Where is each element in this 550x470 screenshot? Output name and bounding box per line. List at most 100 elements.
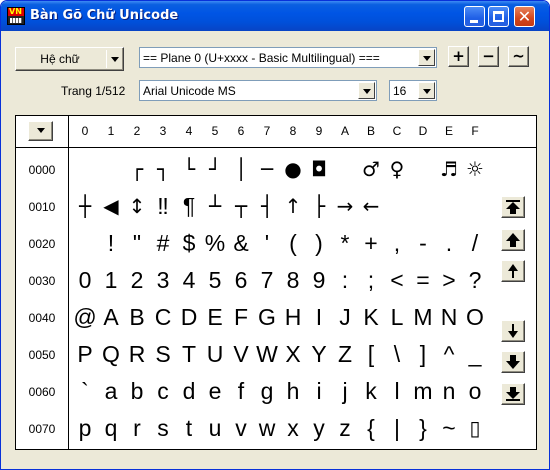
character-cell[interactable]: B: [124, 299, 150, 336]
font-size-dropdown-button[interactable]: [418, 82, 435, 99]
character-cell[interactable]: f: [228, 373, 254, 410]
character-cell[interactable]: #: [150, 225, 176, 262]
character-cell[interactable]: [462, 188, 488, 225]
character-cell[interactable]: i: [306, 373, 332, 410]
character-cell[interactable]: [72, 151, 98, 188]
character-cell[interactable]: !: [98, 225, 124, 262]
character-cell[interactable]: [410, 151, 436, 188]
character-cell[interactable]: Z: [332, 336, 358, 373]
character-cell[interactable]: [72, 225, 98, 262]
character-cell[interactable]: r: [124, 410, 150, 447]
character-cell[interactable]: [410, 188, 436, 225]
character-cell[interactable]: ,: [384, 225, 410, 262]
line-down-button[interactable]: [501, 320, 525, 342]
character-cell[interactable]: P: [72, 336, 98, 373]
character-cell[interactable]: ─: [254, 151, 280, 188]
character-cell[interactable]: [: [358, 336, 384, 373]
character-cell[interactable]: 2: [124, 262, 150, 299]
page-up-button[interactable]: [501, 229, 525, 251]
character-cell[interactable]: -: [410, 225, 436, 262]
character-cell[interactable]: ├: [306, 188, 332, 225]
font-select-dropdown-button[interactable]: [358, 82, 375, 99]
character-cell[interactable]: _: [462, 336, 488, 373]
character-cell[interactable]: ┤: [254, 188, 280, 225]
title-bar[interactable]: VN Bàn Gõ Chữ Unicode ✕: [1, 1, 549, 31]
character-cell[interactable]: *: [332, 225, 358, 262]
character-cell[interactable]: <: [384, 262, 410, 299]
character-cell[interactable]: W: [254, 336, 280, 373]
character-cell[interactable]: ↑: [280, 188, 306, 225]
character-cell[interactable]: u: [202, 410, 228, 447]
character-cell[interactable]: ♬: [436, 151, 462, 188]
character-cell[interactable]: }: [410, 410, 436, 447]
character-cell[interactable]: 0: [72, 262, 98, 299]
character-cell[interactable]: ]: [410, 336, 436, 373]
character-cell[interactable]: N: [436, 299, 462, 336]
character-cell[interactable]: D: [176, 299, 202, 336]
character-cell[interactable]: ': [254, 225, 280, 262]
character-cell[interactable]: [98, 151, 124, 188]
character-cell[interactable]: ◘: [306, 151, 332, 188]
character-cell[interactable]: ): [306, 225, 332, 262]
character-cell[interactable]: q: [98, 410, 124, 447]
character-cell[interactable]: J: [332, 299, 358, 336]
character-cell[interactable]: +: [358, 225, 384, 262]
close-button[interactable]: ✕: [514, 6, 535, 27]
character-cell[interactable]: F: [228, 299, 254, 336]
character-cell[interactable]: I: [306, 299, 332, 336]
character-cell[interactable]: 5: [202, 262, 228, 299]
character-cell[interactable]: 3: [150, 262, 176, 299]
character-cell[interactable]: w: [254, 410, 280, 447]
character-cell[interactable]: &: [228, 225, 254, 262]
character-cell[interactable]: U: [202, 336, 228, 373]
zoom-in-button[interactable]: +: [448, 46, 469, 67]
character-cell[interactable]: ?: [462, 262, 488, 299]
character-cell[interactable]: (: [280, 225, 306, 262]
character-cell[interactable]: H: [280, 299, 306, 336]
character-cell[interactable]: ┌: [124, 151, 150, 188]
character-cell[interactable]: \: [384, 336, 410, 373]
maximize-button[interactable]: [488, 6, 509, 27]
character-cell[interactable]: O: [462, 299, 488, 336]
grid-menu-button[interactable]: [28, 121, 53, 141]
character-cell[interactable]: k: [358, 373, 384, 410]
character-cell[interactable]: |: [384, 410, 410, 447]
font-size-select[interactable]: 16: [389, 80, 437, 101]
character-cell[interactable]: o: [462, 373, 488, 410]
character-cell[interactable]: ↕: [124, 188, 150, 225]
character-cell[interactable]: G: [254, 299, 280, 336]
script-dropdown-button[interactable]: Hệ chữ: [15, 47, 124, 71]
character-cell[interactable]: Y: [306, 336, 332, 373]
character-cell[interactable]: l: [384, 373, 410, 410]
plane-select[interactable]: == Plane 0 (U+xxxx - Basic Multilingual)…: [139, 47, 437, 68]
character-cell[interactable]: $: [176, 225, 202, 262]
plane-select-dropdown-button[interactable]: [418, 49, 435, 66]
character-cell[interactable]: p: [72, 410, 98, 447]
zoom-out-button[interactable]: −: [478, 46, 499, 67]
character-cell[interactable]: {: [358, 410, 384, 447]
character-cell[interactable]: h: [280, 373, 306, 410]
character-cell[interactable]: =: [410, 262, 436, 299]
scroll-to-bottom-button[interactable]: [501, 383, 525, 405]
character-cell[interactable]: ┴: [202, 188, 228, 225]
line-up-button[interactable]: [501, 260, 525, 282]
character-cell[interactable]: K: [358, 299, 384, 336]
character-cell[interactable]: c: [150, 373, 176, 410]
character-cell[interactable]: 1: [98, 262, 124, 299]
character-cell[interactable]: x: [280, 410, 306, 447]
character-cell[interactable]: 9: [306, 262, 332, 299]
character-cell[interactable]: R: [124, 336, 150, 373]
character-cell[interactable]: t: [176, 410, 202, 447]
character-cell[interactable]: Q: [98, 336, 124, 373]
character-cell[interactable]: A: [98, 299, 124, 336]
character-cell[interactable]: y: [306, 410, 332, 447]
character-cell[interactable]: ┘: [202, 151, 228, 188]
character-cell[interactable]: M: [410, 299, 436, 336]
character-cell[interactable]: T: [176, 336, 202, 373]
character-cell[interactable]: [436, 188, 462, 225]
character-cell[interactable]: │: [228, 151, 254, 188]
character-cell[interactable]: b: [124, 373, 150, 410]
character-cell[interactable]: 8: [280, 262, 306, 299]
character-cell[interactable]: v: [228, 410, 254, 447]
character-cell[interactable]: `: [72, 373, 98, 410]
